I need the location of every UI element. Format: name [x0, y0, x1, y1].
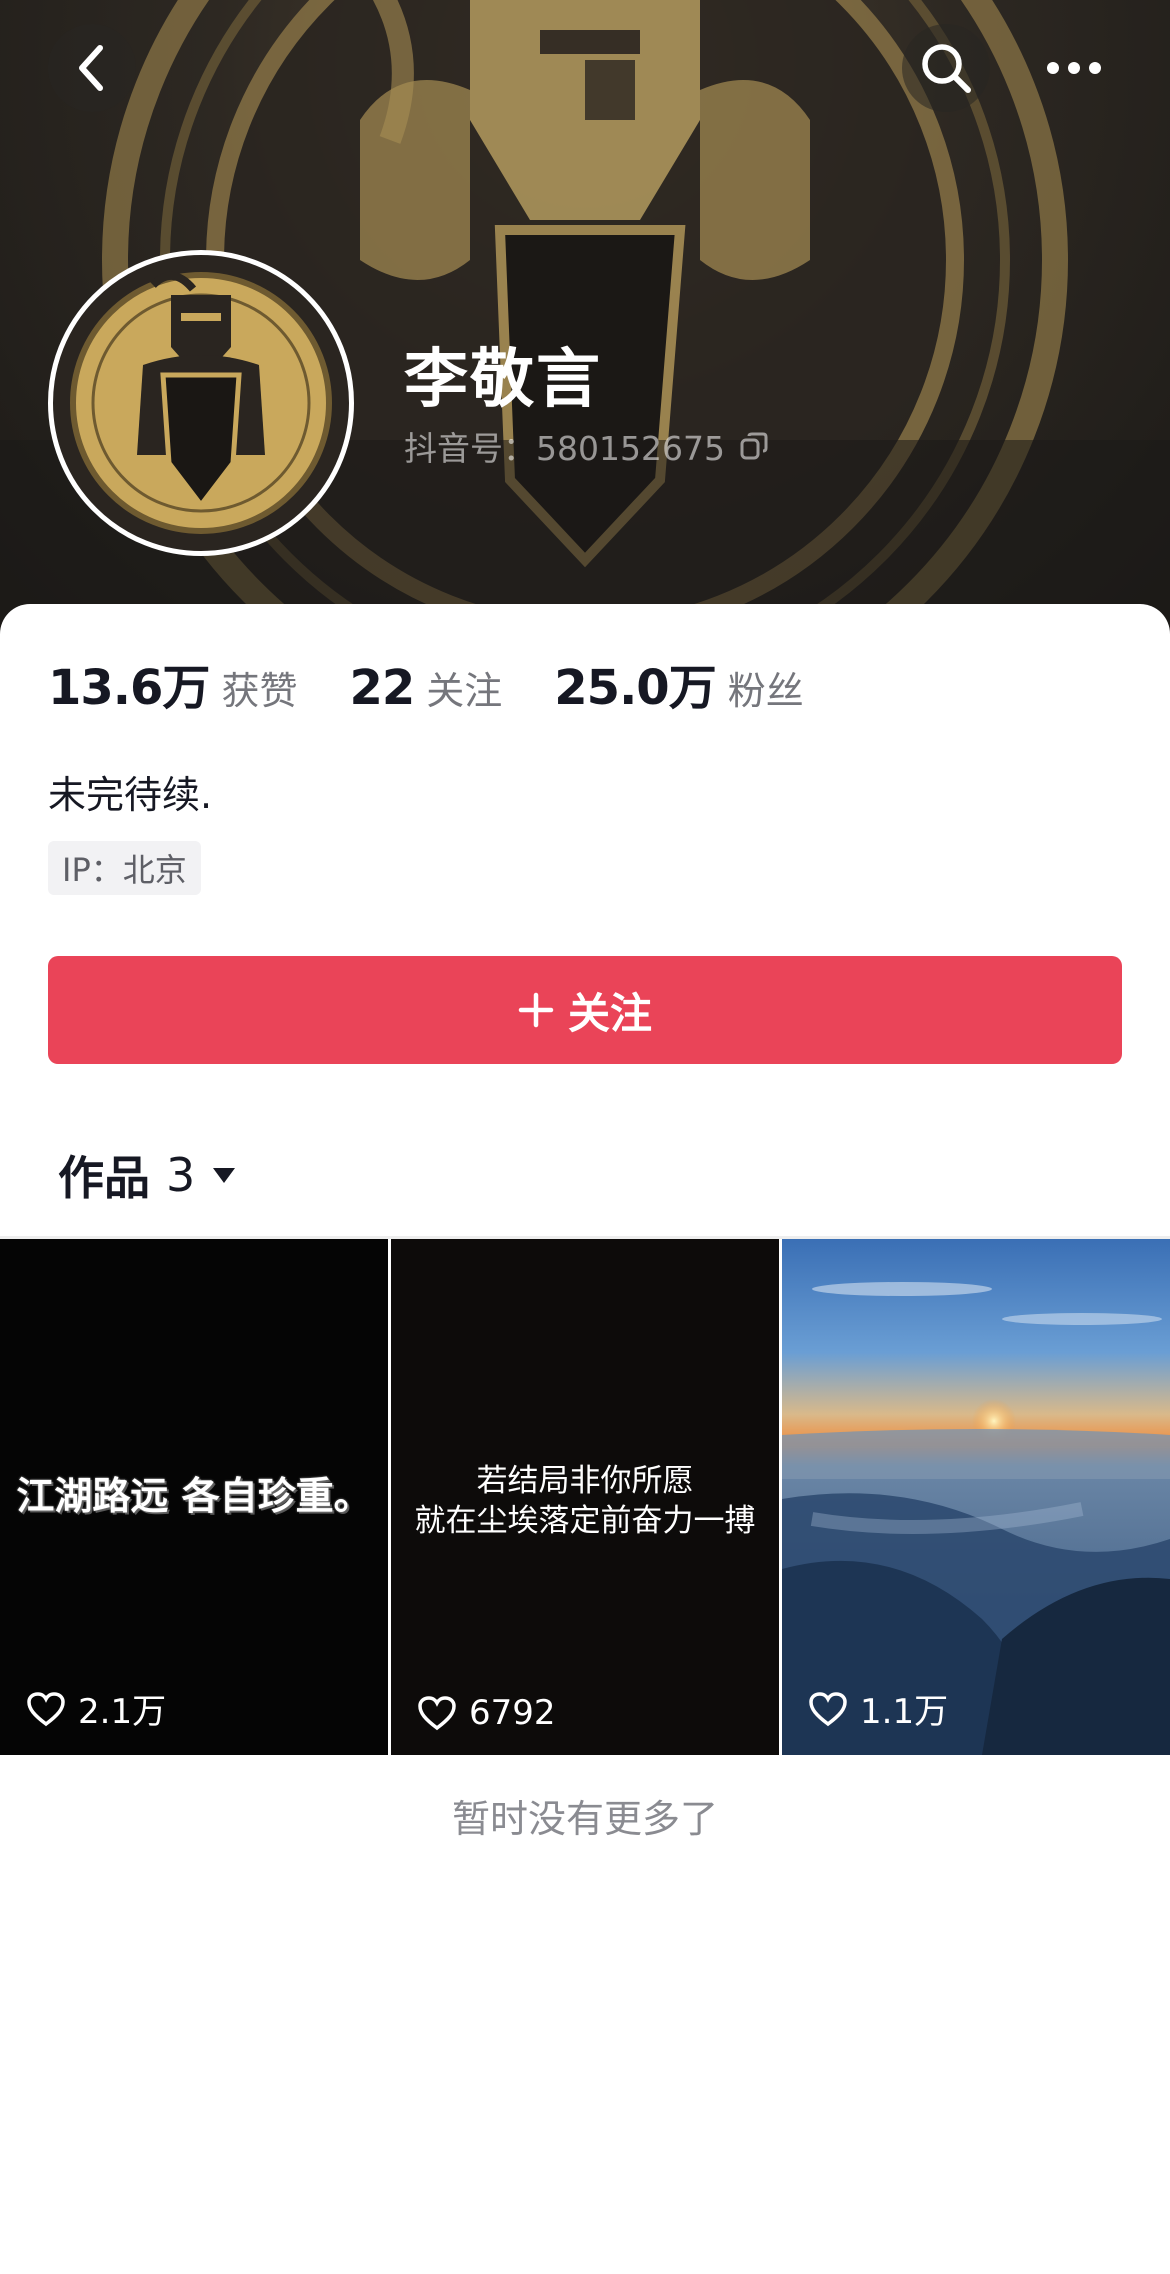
video-thumbnail[interactable]: 若结局非你所愿 就在尘埃落定前奋力一搏 6792 — [391, 1239, 779, 1755]
heart-icon — [27, 1691, 65, 1726]
ip-location-tag: IP：北京 — [48, 841, 201, 895]
search-icon — [922, 44, 971, 93]
profile-card: 13.6万 获赞 22 关注 25.0万 粉丝 未完待续. IP：北京 关注 作… — [0, 604, 1170, 2274]
works-label: 作品 — [58, 1151, 150, 1205]
dropdown-triangle-icon[interactable] — [211, 1165, 237, 1185]
follow-button-label: 关注 — [567, 988, 652, 1038]
avatar-knight-image — [70, 272, 332, 534]
likes-label[interactable]: 获赞 — [221, 660, 297, 715]
video-thumbnail[interactable]: 1.1万 — [782, 1239, 1170, 1755]
works-count: 3 — [166, 1148, 196, 1202]
works-tab[interactable]: 作品 3 — [58, 1142, 237, 1208]
no-more-content-text: 暂时没有更多了 — [451, 1797, 718, 1841]
video-likes: 2.1万 — [26, 1684, 166, 1733]
video-overlay-text: 江湖路远 各自珍重。 — [16, 1474, 372, 1518]
video-overlay-text: 若结局非你所愿 就在尘埃落定前奋力一搏 — [391, 1461, 779, 1541]
video-likes: 6792 — [417, 1693, 556, 1733]
profile-name: 李敬言 — [404, 343, 602, 417]
back-button[interactable] — [48, 24, 136, 112]
plus-icon — [518, 992, 554, 1028]
search-button[interactable] — [902, 24, 990, 112]
video-likes-count: 1.1万 — [860, 1692, 949, 1732]
avatar[interactable] — [48, 250, 354, 556]
profile-header: 李敬言 抖音号：580152675 — [0, 0, 1170, 640]
video-overlay-line: 就在尘埃落定前奋力一搏 — [414, 1503, 756, 1539]
douyin-id-text: 抖音号：580152675 — [404, 429, 725, 468]
video-likes: 1.1万 — [808, 1684, 948, 1733]
followers-count[interactable]: 25.0万 — [554, 648, 716, 718]
video-grid: 江湖路远 各自珍重。 2.1万 若结局非你所愿 就在尘埃落定前奋力一搏 6792 — [0, 1236, 1170, 1755]
stats-row: 13.6万 获赞 22 关注 25.0万 粉丝 — [48, 648, 856, 718]
followers-label[interactable]: 粉丝 — [728, 660, 804, 715]
copy-icon[interactable] — [739, 431, 769, 461]
bio: 未完待续. — [48, 773, 213, 817]
more-button[interactable] — [1030, 24, 1118, 112]
douyin-id[interactable]: 抖音号：580152675 — [404, 422, 769, 470]
heart-icon — [809, 1691, 847, 1726]
following-label[interactable]: 关注 — [426, 660, 502, 715]
video-thumbnail[interactable]: 江湖路远 各自珍重。 2.1万 — [0, 1239, 388, 1755]
video-likes-count: 6792 — [469, 1693, 556, 1733]
heart-icon — [418, 1696, 456, 1731]
sunrise-sea-of-clouds-image — [782, 1239, 1170, 1755]
more-icon — [1047, 62, 1101, 74]
likes-count[interactable]: 13.6万 — [48, 648, 210, 718]
video-overlay-line: 若结局非你所愿 — [476, 1463, 694, 1499]
following-count[interactable]: 22 — [349, 660, 415, 716]
back-icon — [79, 45, 103, 91]
follow-button[interactable]: 关注 — [48, 956, 1122, 1064]
video-likes-count: 2.1万 — [78, 1692, 167, 1732]
